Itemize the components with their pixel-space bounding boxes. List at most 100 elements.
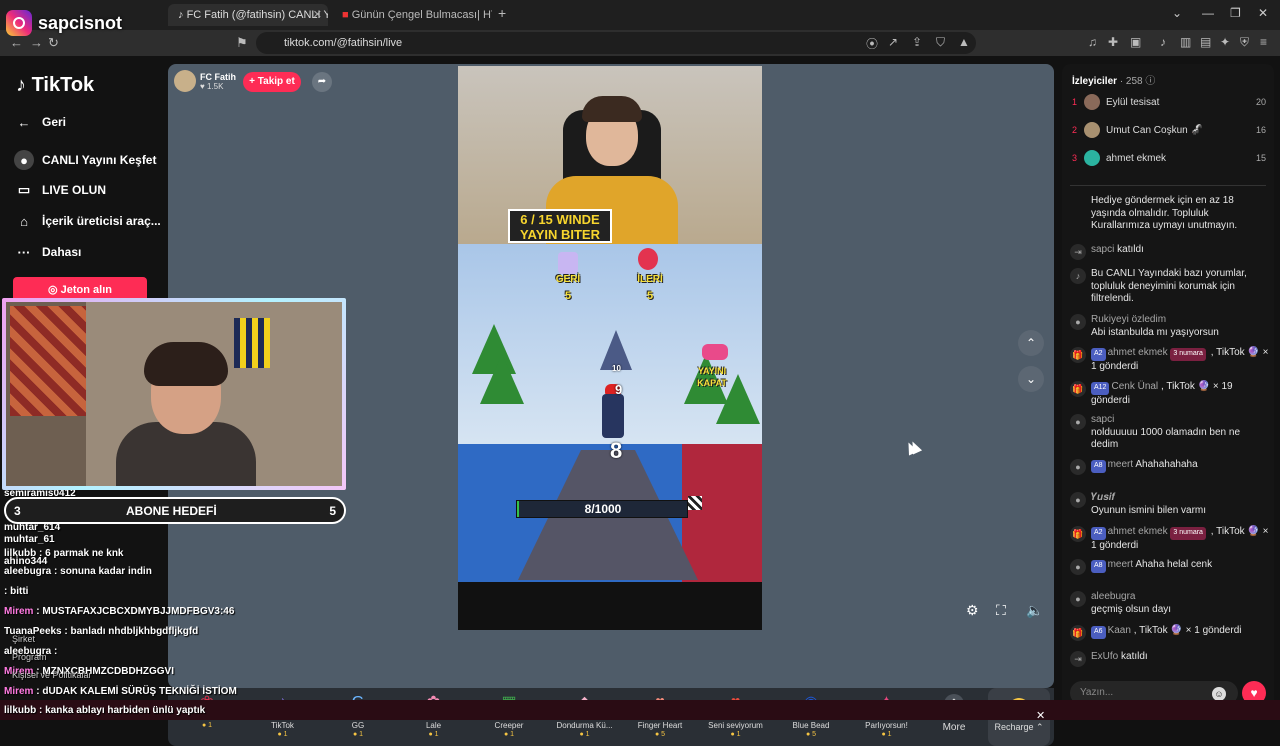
menu-icon[interactable]: ≡ bbox=[1260, 35, 1267, 49]
settings-gear-icon[interactable]: ⚙ bbox=[966, 602, 979, 619]
chat-username[interactable]: ExUfo bbox=[1091, 651, 1118, 662]
chat-avatar-icon[interactable]: ⇥ bbox=[1070, 244, 1086, 260]
overlay-chat-text: : sonuna kadar indin bbox=[54, 566, 152, 577]
viewers-title: İzleyiciler · 258 ⓘ bbox=[1072, 76, 1156, 87]
chat-username[interactable]: Rukiyeyi özledim bbox=[1091, 314, 1166, 325]
emoji-icon[interactable]: ☺ bbox=[1212, 687, 1226, 701]
audio-icon[interactable]: ♫ bbox=[1088, 35, 1097, 49]
live-video[interactable]: 6 / 15 WINDE YAYIN BITER GERİ 5 İLERİ 5 … bbox=[458, 66, 762, 630]
chevron-down-icon[interactable]: ⌄ bbox=[1018, 366, 1044, 392]
follow-button[interactable]: + Takip et bbox=[243, 72, 301, 92]
sidebar-toggle-icon[interactable]: ▥ bbox=[1180, 35, 1191, 49]
wallet2-icon[interactable]: ▤ bbox=[1200, 35, 1211, 49]
chat-avatar-icon[interactable]: ● bbox=[1070, 314, 1086, 330]
window-close-icon[interactable]: ✕ bbox=[1258, 6, 1268, 20]
bookmark-icon[interactable]: ⚑ bbox=[236, 35, 248, 51]
gift-price: ● 1 bbox=[352, 731, 364, 738]
chat-avatar-icon[interactable]: ● bbox=[1070, 591, 1086, 607]
host-avatar[interactable] bbox=[174, 70, 196, 92]
chat-text: katıldı bbox=[1117, 244, 1144, 255]
media-icon[interactable]: ♪ bbox=[1160, 35, 1166, 49]
chat-message: 🎁 A2 ahmet ekmek 3 numara , TikTok 🔮 × 1 g… bbox=[1070, 347, 1270, 373]
chat-avatar-icon[interactable]: ● bbox=[1070, 492, 1086, 508]
viewer-name: Umut Can Coşkun 🦨 bbox=[1106, 124, 1203, 136]
fullscreen-icon[interactable]: ⛶ bbox=[996, 602, 1006, 619]
host-likes: ♥ 1.5K bbox=[200, 81, 224, 91]
top-viewer-row[interactable]: 1 Eylül tesisat 20 bbox=[1072, 92, 1270, 112]
top-viewer-row[interactable]: 3 ahmet ekmek 15 bbox=[1072, 148, 1270, 168]
tab-search-icon[interactable]: ⌄ bbox=[1172, 6, 1182, 20]
chat-username[interactable]: sapci bbox=[1091, 414, 1114, 425]
close-icon[interactable]: ✕ bbox=[1036, 709, 1045, 722]
browser-tab-inactive[interactable]: ■ Günün Çengel Bulmacası| HT Bulmac bbox=[332, 4, 492, 26]
rewards-icon[interactable]: ▲ bbox=[958, 35, 970, 49]
sidebar-item-explore-live[interactable]: ● CANLI Yayını Keşfet bbox=[14, 149, 156, 171]
coins-label: Jeton alın bbox=[60, 284, 112, 296]
gift-name: Parlıyorsun! bbox=[865, 721, 908, 730]
viewer-name: Eylül tesisat bbox=[1106, 96, 1160, 108]
close-tab-icon[interactable]: ✕ bbox=[313, 4, 322, 26]
chat-avatar-icon[interactable]: 🎁 bbox=[1070, 347, 1086, 363]
chat-avatar-icon[interactable]: ● bbox=[1070, 459, 1086, 475]
chat-username[interactable]: aleebugra bbox=[1091, 591, 1135, 602]
gift-price: ● 1 bbox=[428, 731, 439, 738]
brand-name: sapcisnot bbox=[38, 12, 123, 33]
chat-avatar-icon[interactable]: ● bbox=[1070, 414, 1086, 430]
chat-username[interactable]: 𝒀𝒖𝒔𝒊𝒇 bbox=[1091, 492, 1115, 503]
new-tab-button[interactable]: + bbox=[498, 5, 506, 21]
chat-avatar-icon[interactable]: 🎁 bbox=[1070, 381, 1086, 397]
chat-avatar-icon[interactable]: 🎁 bbox=[1070, 625, 1086, 641]
gift-price-value: 1 bbox=[208, 722, 213, 729]
chat-text: katıldı bbox=[1121, 651, 1148, 662]
chat-message: ● A8 meert Ahahahahaha bbox=[1070, 459, 1270, 475]
host-info[interactable]: FC Fatih ♥ 1.5K bbox=[174, 70, 236, 92]
sidebar-item-label: İçerik üreticisi araç... bbox=[42, 214, 161, 228]
maximize-icon[interactable]: ❐ bbox=[1230, 6, 1241, 20]
chat-text: Oyunun ismini bilen varmı bbox=[1091, 504, 1207, 516]
chat-avatar-icon[interactable]: ♪ bbox=[1070, 268, 1086, 284]
sidebar-item-back[interactable]: ← Geri bbox=[14, 111, 67, 133]
chat-text: geçmiş olsun dayı bbox=[1091, 603, 1172, 615]
ai-icon[interactable]: ✦ bbox=[1220, 35, 1230, 49]
minimize-icon[interactable]: — bbox=[1202, 6, 1214, 20]
chat-username[interactable]: meert bbox=[1108, 559, 1134, 570]
open-external-icon[interactable]: ↗ bbox=[888, 35, 898, 49]
chat-avatar-icon[interactable]: 🎁 bbox=[1070, 526, 1086, 542]
chat-username[interactable]: Kaan bbox=[1108, 625, 1131, 636]
center-number: 9 bbox=[615, 382, 623, 397]
brave-shield-icon[interactable]: ⛉ bbox=[936, 35, 945, 50]
footer-link[interactable]: Program bbox=[12, 652, 47, 662]
wallet-icon[interactable]: ▣ bbox=[1130, 35, 1141, 49]
chat-message: ● A8 meert Ahaha helal cenk bbox=[1070, 559, 1270, 575]
chat-text: Bu CANLI Yayındaki bazı yorumlar, toplul… bbox=[1091, 268, 1247, 304]
chat-avatar-icon[interactable]: ● bbox=[1070, 559, 1086, 575]
progress-text: 8/1000 bbox=[584, 502, 622, 516]
footer-link[interactable]: Kişisel ve Politikalar bbox=[12, 670, 92, 680]
sidebar-item-creator-tools[interactable]: ⌂ İçerik üreticisi araç... bbox=[14, 210, 161, 232]
car-label-1: YAYINI bbox=[697, 366, 727, 376]
game-scene: GERİ 5 İLERİ 5 YAYINI KAPAT 10 9 8 8/100… bbox=[458, 244, 762, 630]
top-viewer-row[interactable]: 2 Umut Can Coşkun 🦨 16 bbox=[1072, 120, 1270, 140]
chevron-up-icon[interactable]: ⌃ bbox=[1018, 330, 1044, 356]
share-icon[interactable]: ⇪ bbox=[912, 35, 922, 49]
cast-icon[interactable]: ⦿ bbox=[866, 35, 878, 52]
footer-link[interactable]: Şirket bbox=[12, 634, 35, 644]
host-name: FC Fatih bbox=[200, 71, 236, 82]
vpn-icon[interactable]: ⛨ bbox=[1240, 35, 1249, 50]
volume-icon[interactable]: 🔈 bbox=[1026, 602, 1043, 619]
chat-username[interactable]: ahmet ekmek bbox=[1108, 526, 1168, 537]
chat-avatar-icon[interactable]: ⇥ bbox=[1070, 651, 1086, 667]
logo-text: TikTok bbox=[31, 74, 95, 96]
browser-tab-active[interactable]: ♪ FC Fatih (@fatihsin) CANLI Ya ✕ bbox=[168, 4, 328, 26]
chat-username[interactable]: ahmet ekmek bbox=[1108, 347, 1168, 358]
sidebar-item-more[interactable]: ··· Dahası bbox=[14, 241, 82, 263]
tiktok-logo[interactable]: ♪ TikTok bbox=[16, 74, 94, 97]
extensions-icon[interactable]: ✚ bbox=[1108, 35, 1118, 49]
viewers-label: İzleyiciler bbox=[1072, 76, 1118, 87]
sidebar-item-go-live[interactable]: ▭ LIVE OLUN bbox=[14, 179, 106, 201]
chat-username[interactable]: Cenk Ünal bbox=[1111, 381, 1158, 392]
chat-username[interactable]: sapci bbox=[1091, 244, 1114, 255]
chat-username[interactable]: meert bbox=[1108, 459, 1134, 470]
share-arrow-icon[interactable]: ➦ bbox=[312, 72, 332, 92]
streamer-hair bbox=[582, 96, 642, 122]
